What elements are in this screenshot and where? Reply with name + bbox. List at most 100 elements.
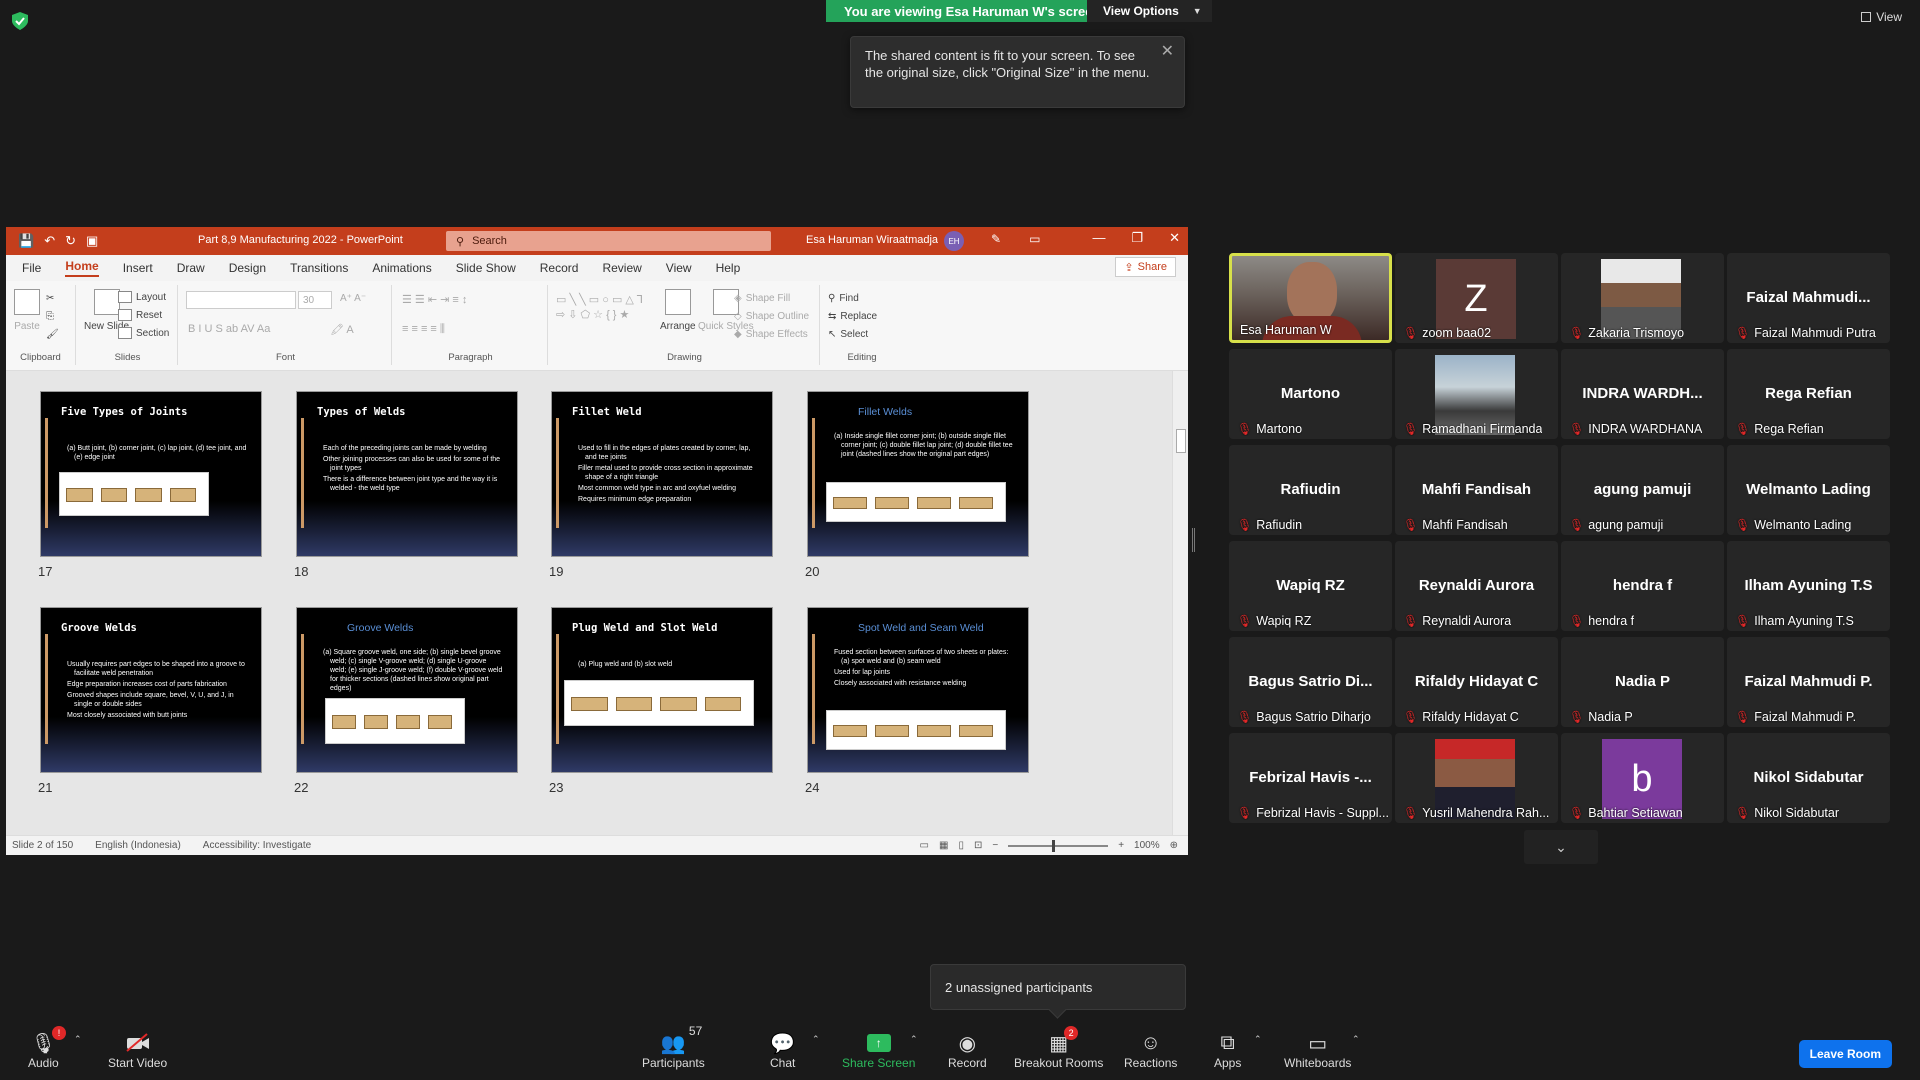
participant-tile[interactable]: Rifaldy Hidayat C 🎙 Rifaldy Hidayat C [1395,637,1558,727]
font-size-select[interactable]: 30 [298,291,332,309]
participant-tile[interactable]: Nadia P 🎙 Nadia P [1561,637,1724,727]
participant-tile[interactable]: Reynaldi Aurora 🎙 Reynaldi Aurora [1395,541,1558,631]
tab-insert[interactable]: Insert [123,261,153,275]
find-button[interactable]: ⚲ Find [828,293,859,304]
participant-tile[interactable]: Nikol Sidabutar 🎙 Nikol Sidabutar [1727,733,1890,823]
participant-tile[interactable]: Febrizal Havis -... 🎙 Febrizal Havis - Sup… [1229,733,1392,823]
tab-animations[interactable]: Animations [372,261,431,275]
participant-tile[interactable]: 🎙 Zakaria Trismoyo [1561,253,1724,343]
reset-button[interactable]: Reset [118,309,162,321]
slide-thumbnail[interactable]: Groove Welds (a) Square groove weld, one … [296,607,518,773]
format-painter-icon[interactable]: 🖌 [46,329,59,340]
tab-file[interactable]: File [22,261,41,275]
zoom-level[interactable]: 100% [1134,840,1160,851]
participant-tile[interactable]: Rega Refian 🎙 Rega Refian [1727,349,1890,439]
participant-tile[interactable]: INDRA WARDH... 🎙 INDRA WARDHANA [1561,349,1724,439]
audio-options-caret[interactable]: ⌃ [74,1034,82,1045]
layout-button[interactable]: Layout [118,291,166,303]
unassigned-participants-notice[interactable]: 2 unassigned participants [930,964,1186,1010]
redo-icon[interactable]: ↻ [65,233,76,249]
whiteboards-options-caret[interactable]: ⌃ [1352,1034,1360,1045]
tab-view[interactable]: View [666,261,692,275]
record-button[interactable]: ◉ Record [948,1030,987,1071]
arrange-button[interactable]: Arrange [660,289,696,332]
tab-draw[interactable]: Draw [177,261,205,275]
breakout-rooms-button[interactable]: ▦ 2 Breakout Rooms [1014,1026,1103,1070]
zoom-out-icon[interactable]: − [992,840,998,851]
participants-button[interactable]: 👥 57 Participants [642,1024,705,1070]
tab-transitions[interactable]: Transitions [290,261,348,275]
present-icon[interactable]: ▣ [86,233,98,249]
chat-button[interactable]: 💬 Chat [770,1030,795,1071]
user-avatar[interactable]: EH [944,231,964,251]
gallery-next-page[interactable]: ⌄ [1524,830,1598,864]
font-color-icon[interactable]: 🖍 A [330,323,354,336]
tab-record[interactable]: Record [540,261,579,275]
reactions-button[interactable]: ☺ Reactions [1124,1030,1177,1071]
tab-review[interactable]: Review [602,261,641,275]
zoom-in-icon[interactable]: + [1118,840,1124,851]
participant-tile[interactable]: 🎙 Yusril Mahendra Rah... [1395,733,1558,823]
chat-options-caret[interactable]: ⌃ [812,1034,820,1045]
share-screen-button[interactable]: ↑ Share Screen [842,1030,915,1070]
tab-design[interactable]: Design [229,261,266,275]
shape-outline-button[interactable]: ◇ Shape Outline [734,311,809,322]
tab-home[interactable]: Home [65,259,99,277]
participant-tile[interactable]: Faizal Mahmudi... 🎙 Faizal Mahmudi Putra [1727,253,1890,343]
reading-view-icon[interactable]: ▯ [958,840,964,851]
panel-resize-handle[interactable] [1192,528,1195,552]
fit-window-icon[interactable]: ⊕ [1170,840,1178,851]
pen-icon[interactable]: ✎ [991,232,1001,246]
shared-powerpoint-window[interactable]: 💾 ↶ ↻ ▣ Part 8,9 Manufacturing 2022 - Po… [6,227,1188,855]
shapes-gallery-icon[interactable]: ▭ ╲ ╲ ▭ ○ ▭ △ ⅂ ⇨ ⇩ ⬠ ☆ { } ★ [556,293,652,323]
participant-tile[interactable]: Martono 🎙 Martono [1229,349,1392,439]
view-options-button[interactable]: View Options ▼ [1087,0,1212,22]
participant-tile[interactable]: hendra f 🎙 hendra f [1561,541,1724,631]
sorter-view-icon[interactable]: ▦ [939,840,948,851]
slide-thumbnail[interactable]: Spot Weld and Seam Weld Fused section bet… [807,607,1029,773]
close-icon[interactable]: ✕ [1161,43,1174,60]
shape-fill-button[interactable]: ◈ Shape Fill [734,293,790,304]
participant-tile[interactable]: agung pamuji 🎙 agung pamuji [1561,445,1724,535]
select-button[interactable]: ↖ Select [828,329,868,340]
accessibility-status[interactable]: Accessibility: Investigate [203,840,311,851]
start-video-button[interactable]: Start Video [108,1030,167,1070]
participant-tile[interactable]: Ilham Ayuning T.S 🎙 Ilham Ayuning T.S [1727,541,1890,631]
save-icon[interactable]: 💾 [18,233,34,249]
section-button[interactable]: Section [118,327,169,339]
normal-view-icon[interactable]: ▭ [920,840,929,851]
participant-tile[interactable]: Rafiudin 🎙 Rafiudin [1229,445,1392,535]
tab-help[interactable]: Help [716,261,741,275]
scrollbar-thumb[interactable] [1176,429,1186,453]
shape-effects-button[interactable]: ◆ Shape Effects [734,329,808,340]
participant-tile[interactable]: Welmanto Lading 🎙 Welmanto Lading [1727,445,1890,535]
restore-icon[interactable]: ❐ [1131,230,1143,246]
apps-options-caret[interactable]: ⌃ [1254,1034,1262,1045]
participant-tile[interactable]: Esa Haruman W [1229,253,1392,343]
slide-thumbnail[interactable]: Fillet Weld Used to fill in the edges of … [551,391,773,557]
whiteboards-button[interactable]: ▭ Whiteboards [1284,1030,1351,1071]
font-family-select[interactable] [186,291,296,309]
view-button[interactable]: View [1861,10,1902,24]
zoom-slider[interactable] [1008,839,1109,852]
cut-icon[interactable]: ✂ [46,293,54,304]
ppt-search-box[interactable]: ⚲ Search [446,231,771,251]
security-shield-icon[interactable] [12,12,28,30]
replace-button[interactable]: ⇆ Replace [828,311,877,322]
slideshow-icon[interactable]: ⊡ [974,840,982,851]
language-status[interactable]: English (Indonesia) [95,840,181,851]
leave-room-button[interactable]: Leave Room [1798,1040,1892,1068]
slide-thumbnail[interactable]: Groove Welds Usually requires part edges … [40,607,262,773]
slide-thumbnail[interactable]: Fillet Welds (a) Inside single fillet cor… [807,391,1029,557]
participant-tile[interactable]: Faizal Mahmudi P. 🎙 Faizal Mahmudi P. [1727,637,1890,727]
apps-button[interactable]: ⧉ Apps [1214,1030,1241,1071]
audio-button[interactable]: 🎙! Audio [28,1026,67,1070]
participant-tile[interactable]: Wapiq RZ 🎙 Wapiq RZ [1229,541,1392,631]
participant-tile[interactable]: 🎙 Ramadhani Firmanda [1395,349,1558,439]
close-window-icon[interactable]: ✕ [1169,230,1180,246]
participant-tile[interactable]: Bagus Satrio Di... 🎙 Bagus Satrio Diharjo [1229,637,1392,727]
tab-slide-show[interactable]: Slide Show [456,261,516,275]
slide-sorter-pane[interactable]: Five Types of Joints (a) Butt joint, (b) … [6,371,1188,835]
ribbon-display-icon[interactable]: ▭ [1029,232,1040,246]
participant-tile[interactable]: Mahfi Fandisah 🎙 Mahfi Fandisah [1395,445,1558,535]
